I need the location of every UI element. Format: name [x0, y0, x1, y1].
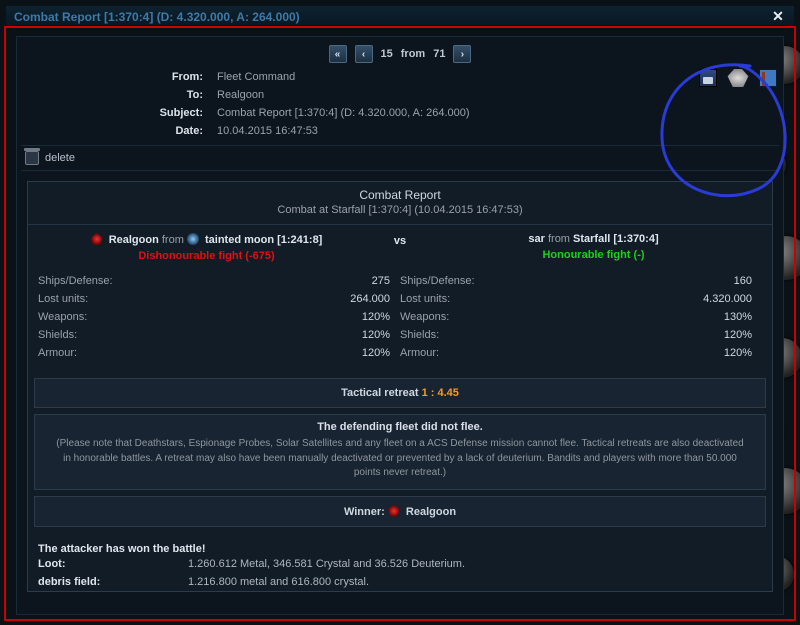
message-panel: « ‹ 15 from 71 › From: Fleet Command To:…	[16, 36, 784, 615]
meta-subject-label: Subject:	[27, 107, 217, 119]
meta-date-value: 10.04.2015 16:47:53	[217, 125, 773, 137]
window-title: Combat Report [1:370:4] (D: 4.320.000, A…	[14, 10, 300, 24]
stat-label: Lost units:	[38, 293, 88, 305]
delete-button[interactable]: delete	[21, 145, 779, 171]
tactical-retreat: Tactical retreat 1 : 4.45	[34, 378, 766, 408]
defender-block: sar from Starfall [1:370:4] Honourable f…	[415, 233, 772, 261]
save-icon[interactable]	[699, 69, 717, 87]
loot-value: 1.260.612 Metal, 346.581 Crystal and 36.…	[188, 558, 762, 570]
stat-value: 120%	[300, 347, 390, 359]
debris-label: debris field:	[38, 576, 188, 588]
defender-honor-value: (-)	[634, 249, 645, 261]
pager: « ‹ 15 from 71 ›	[27, 43, 773, 71]
vs-label: vs	[385, 233, 415, 247]
defender-stats: Ships/Defense: 160 Lost units: 4.320.000 W…	[400, 272, 762, 362]
loot-label: Loot:	[38, 558, 188, 570]
stat-value: 130%	[662, 311, 752, 323]
meta-to-value: Realgoon	[217, 89, 773, 101]
stat-value: 275	[300, 275, 390, 287]
attacker-alliance-icon	[91, 233, 103, 245]
report-subheading: Combat at Starfall [1:370:4] (10.04.2015…	[28, 204, 772, 224]
defender-from-word: from	[548, 233, 570, 245]
retreat-value: 1 : 4.45	[422, 387, 459, 399]
stat-value: 120%	[662, 329, 752, 341]
stat-label: Shields:	[38, 329, 77, 341]
result-block: The attacker has won the battle! Loot: 1…	[28, 533, 772, 591]
attacker-stats: Ships/Defense: 275 Lost units: 264.000 Wea…	[38, 272, 400, 362]
attacker-block: Realgoon from tainted moon [1:241:8] Dis…	[28, 233, 385, 262]
attacker-from-word: from	[162, 234, 184, 246]
attacker-honor-label: Dishonourable fight	[138, 250, 242, 262]
result-headline: The attacker has won the battle!	[38, 543, 762, 555]
winner-band: Winner: Realgoon	[34, 496, 766, 527]
stat-label: Weapons:	[400, 311, 449, 323]
meta-to-label: To:	[27, 89, 217, 101]
pager-prev-icon[interactable]: ‹	[355, 45, 373, 63]
debris-value: 1.216.800 metal and 616.800 crystal.	[188, 576, 762, 588]
combat-parties: Realgoon from tainted moon [1:241:8] Dis…	[28, 225, 772, 266]
noflee-title: The defending fleet did not flee.	[53, 421, 747, 433]
message-meta: From: Fleet Command To: Realgoon Subject…	[27, 71, 773, 145]
winner-name: Realgoon	[406, 506, 456, 518]
stat-value: 160	[662, 275, 752, 287]
stat-label: Ships/Defense:	[38, 275, 113, 287]
pager-next-icon[interactable]: ›	[453, 45, 471, 63]
trash-icon	[25, 151, 39, 165]
pager-sep: from	[401, 48, 425, 60]
attacker-honor-value: (-675)	[245, 250, 274, 262]
meta-from-value: Fleet Command	[217, 71, 773, 83]
stat-value: 120%	[300, 311, 390, 323]
stat-label: Weapons:	[38, 311, 87, 323]
stat-label: Shields:	[400, 329, 439, 341]
pager-first-icon[interactable]: «	[329, 45, 347, 63]
winner-label: Winner:	[344, 506, 385, 518]
stat-label: Armour:	[400, 347, 439, 359]
defender-honor-label: Honourable fight	[542, 249, 630, 261]
close-icon[interactable]: ✕	[770, 9, 786, 25]
report-heading: Combat Report	[28, 182, 772, 204]
stat-label: Ships/Defense:	[400, 275, 475, 287]
stat-label: Armour:	[38, 347, 77, 359]
winner-alliance-icon	[388, 505, 400, 517]
meta-subject-value: Combat Report [1:370:4] (D: 4.320.000, A…	[217, 107, 773, 119]
message-actions	[699, 69, 777, 87]
stat-value: 264.000	[300, 293, 390, 305]
meta-date-label: Date:	[27, 125, 217, 137]
stat-value: 120%	[662, 347, 752, 359]
combat-stats: Ships/Defense: 275 Lost units: 264.000 Wea…	[28, 266, 772, 372]
window-titlebar: Combat Report [1:370:4] (D: 4.320.000, A…	[6, 6, 794, 28]
noflee-info: The defending fleet did not flee. (Pleas…	[34, 414, 766, 490]
retreat-label: Tactical retreat	[341, 387, 418, 399]
defender-origin: Starfall [1:370:4]	[573, 233, 659, 245]
simulate-icon[interactable]	[725, 69, 751, 87]
attacker-name: Realgoon	[109, 234, 159, 246]
combat-report: Combat Report Combat at Starfall [1:370:…	[27, 181, 773, 592]
attacker-origin: tainted moon [1:241:8]	[205, 234, 322, 246]
stat-value: 4.320.000	[662, 293, 752, 305]
noflee-text: (Please note that Deathstars, Espionage …	[53, 437, 747, 481]
delete-label: delete	[45, 152, 75, 164]
meta-from-label: From:	[27, 71, 217, 83]
pager-total: 71	[433, 48, 445, 60]
stat-label: Lost units:	[400, 293, 450, 305]
stat-value: 120%	[300, 329, 390, 341]
pager-current: 15	[381, 48, 393, 60]
share-icon[interactable]	[759, 69, 777, 87]
attacker-moon-icon	[187, 233, 199, 245]
defender-name: sar	[528, 233, 545, 245]
